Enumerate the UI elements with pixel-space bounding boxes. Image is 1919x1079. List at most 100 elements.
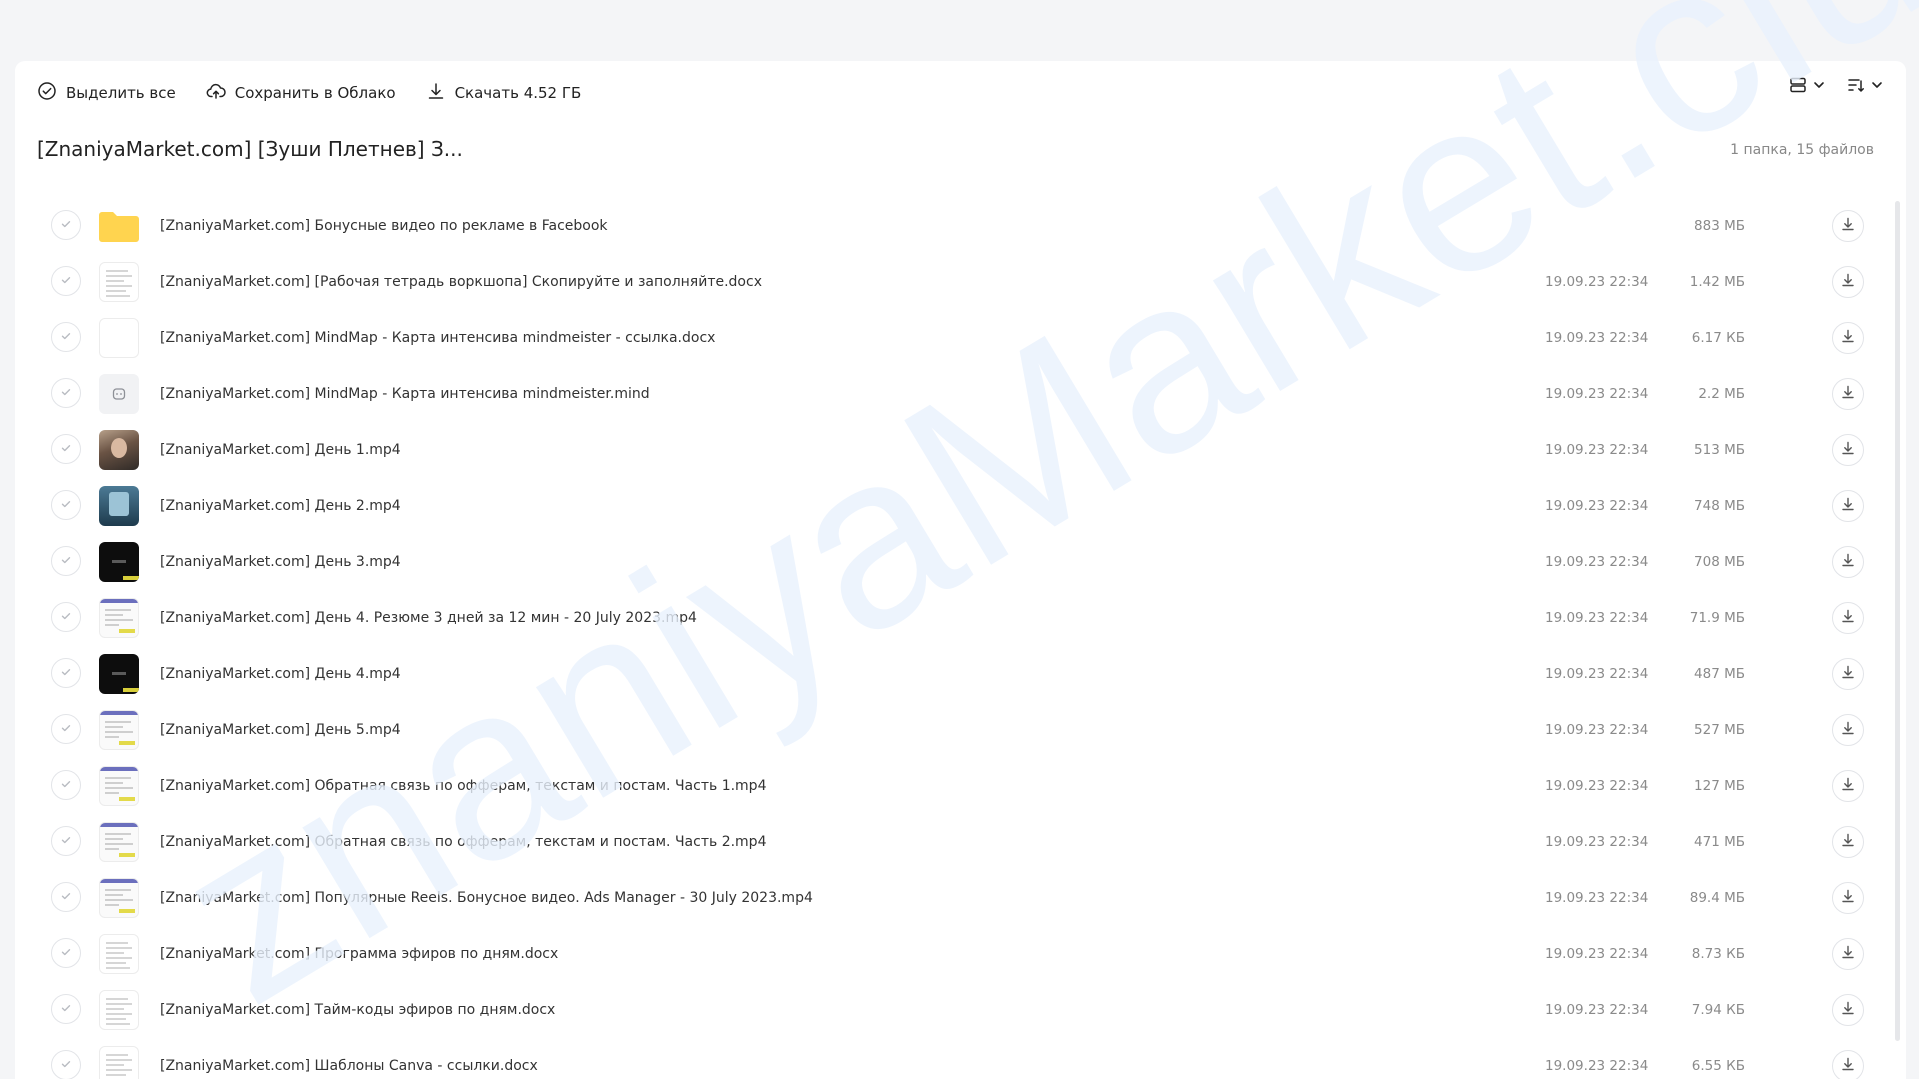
- download-icon: [1840, 440, 1856, 460]
- file-size: 513 МБ: [1694, 442, 1745, 458]
- select-checkbox[interactable]: [51, 490, 81, 520]
- folder-summary: 1 папка, 15 файлов: [1730, 142, 1874, 158]
- check-icon: [59, 608, 73, 627]
- file-row[interactable]: [ZnaniyaMarket.com] День 4.mp4 19.09.23 2…: [15, 646, 1891, 702]
- file-row[interactable]: [ZnaniyaMarket.com] [Рабочая тетрадь вор…: [15, 254, 1891, 310]
- download-file-button[interactable]: [1832, 1050, 1864, 1079]
- scrollbar[interactable]: [1895, 201, 1900, 1041]
- select-checkbox[interactable]: [51, 378, 81, 408]
- document-thumbnail: [99, 990, 139, 1030]
- file-name[interactable]: [ZnaniyaMarket.com] MindMap - Карта инте…: [160, 366, 650, 422]
- select-all-button[interactable]: Выделить все: [37, 81, 176, 105]
- file-name[interactable]: [ZnaniyaMarket.com] Популярные Reels. Бо…: [160, 870, 813, 926]
- file-name[interactable]: [ZnaniyaMarket.com] День 3.mp4: [160, 534, 401, 590]
- file-row[interactable]: [ZnaniyaMarket.com] Обратная связь по оф…: [15, 758, 1891, 814]
- download-file-button[interactable]: [1832, 602, 1864, 634]
- select-checkbox[interactable]: [51, 770, 81, 800]
- file-name[interactable]: [ZnaniyaMarket.com] День 1.mp4: [160, 422, 401, 478]
- download-file-button[interactable]: [1832, 882, 1864, 914]
- file-row[interactable]: [ZnaniyaMarket.com] Шаблоны Canva - ссыл…: [15, 1038, 1891, 1079]
- select-checkbox[interactable]: [51, 658, 81, 688]
- download-icon: [1840, 776, 1856, 796]
- download-file-button[interactable]: [1832, 938, 1864, 970]
- download-file-button[interactable]: [1832, 378, 1864, 410]
- select-checkbox[interactable]: [51, 714, 81, 744]
- view-mode-toggle[interactable]: [1788, 75, 1826, 95]
- video-thumbnail: [99, 486, 139, 526]
- file-date: 19.09.23 22:34: [1545, 610, 1649, 626]
- download-file-button[interactable]: [1832, 658, 1864, 690]
- file-name[interactable]: [ZnaniyaMarket.com] День 4.mp4: [160, 646, 401, 702]
- download-file-button[interactable]: [1832, 826, 1864, 858]
- cloud-upload-icon: [206, 81, 226, 105]
- download-file-button[interactable]: [1832, 434, 1864, 466]
- check-icon: [59, 216, 73, 235]
- download-file-button[interactable]: [1832, 546, 1864, 578]
- file-row[interactable]: [ZnaniyaMarket.com] Программа эфиров по …: [15, 926, 1891, 982]
- file-name[interactable]: [ZnaniyaMarket.com] День 2.mp4: [160, 478, 401, 534]
- file-row[interactable]: [ZnaniyaMarket.com] MindMap - Карта инте…: [15, 366, 1891, 422]
- download-icon: [1840, 496, 1856, 516]
- file-name[interactable]: [ZnaniyaMarket.com] Программа эфиров по …: [160, 926, 558, 982]
- file-list: [ZnaniyaMarket.com] Бонусные видео по ре…: [15, 198, 1891, 1079]
- download-icon: [1840, 1056, 1856, 1076]
- folder-title: [ZnaniyaMarket.com] [Зуши Плетнев] З...: [37, 137, 463, 161]
- download-file-button[interactable]: [1832, 994, 1864, 1026]
- download-file-button[interactable]: [1832, 770, 1864, 802]
- chevron-down-icon: [1870, 78, 1884, 92]
- select-checkbox[interactable]: [51, 826, 81, 856]
- check-icon: [59, 720, 73, 739]
- file-row[interactable]: [ZnaniyaMarket.com] Тайм-коды эфиров по …: [15, 982, 1891, 1038]
- select-checkbox[interactable]: [51, 266, 81, 296]
- file-row[interactable]: [ZnaniyaMarket.com] День 3.mp4 19.09.23 2…: [15, 534, 1891, 590]
- file-row[interactable]: [ZnaniyaMarket.com] День 1.mp4 19.09.23 2…: [15, 422, 1891, 478]
- file-name[interactable]: [ZnaniyaMarket.com] День 5.mp4: [160, 702, 401, 758]
- select-checkbox[interactable]: [51, 322, 81, 352]
- select-checkbox[interactable]: [51, 602, 81, 632]
- file-name[interactable]: [ZnaniyaMarket.com] Шаблоны Canva - ссыл…: [160, 1038, 538, 1079]
- save-to-cloud-button[interactable]: Сохранить в Облако: [206, 81, 396, 105]
- download-file-button[interactable]: [1832, 266, 1864, 298]
- download-icon: [1840, 328, 1856, 348]
- sort-toggle[interactable]: [1846, 75, 1884, 95]
- download-icon: [1840, 888, 1856, 908]
- select-checkbox[interactable]: [51, 210, 81, 240]
- select-checkbox[interactable]: [51, 882, 81, 912]
- select-checkbox[interactable]: [51, 938, 81, 968]
- folder-icon: [99, 206, 139, 246]
- folder-row[interactable]: [ZnaniyaMarket.com] Бонусные видео по ре…: [15, 198, 1891, 254]
- select-checkbox[interactable]: [51, 434, 81, 464]
- document-thumbnail: [99, 934, 139, 974]
- file-date: 19.09.23 22:34: [1545, 834, 1649, 850]
- sort-icon: [1846, 75, 1866, 95]
- file-row[interactable]: [ZnaniyaMarket.com] День 2.mp4 19.09.23 2…: [15, 478, 1891, 534]
- download-file-button[interactable]: [1832, 714, 1864, 746]
- file-name[interactable]: [ZnaniyaMarket.com] Бонусные видео по ре…: [160, 198, 608, 254]
- download-file-button[interactable]: [1832, 490, 1864, 522]
- download-all-button[interactable]: Скачать 4.52 ГБ: [426, 81, 581, 105]
- check-icon: [59, 496, 73, 515]
- file-row[interactable]: [ZnaniyaMarket.com] Популярные Reels. Бо…: [15, 870, 1891, 926]
- file-row[interactable]: [ZnaniyaMarket.com] Обратная связь по оф…: [15, 814, 1891, 870]
- select-checkbox[interactable]: [51, 1050, 81, 1079]
- check-icon: [59, 888, 73, 907]
- download-icon: [1840, 216, 1856, 236]
- file-name[interactable]: [ZnaniyaMarket.com] Тайм-коды эфиров по …: [160, 982, 555, 1038]
- file-row[interactable]: [ZnaniyaMarket.com] MindMap - Карта инте…: [15, 310, 1891, 366]
- file-name[interactable]: [ZnaniyaMarket.com] MindMap - Карта инте…: [160, 310, 715, 366]
- file-row[interactable]: [ZnaniyaMarket.com] День 5.mp4 19.09.23 2…: [15, 702, 1891, 758]
- video-thumbnail: [99, 822, 139, 862]
- select-checkbox[interactable]: [51, 994, 81, 1024]
- check-icon: [59, 440, 73, 459]
- file-name[interactable]: [ZnaniyaMarket.com] Обратная связь по оф…: [160, 814, 766, 870]
- file-name[interactable]: [ZnaniyaMarket.com] День 4. Резюме 3 дне…: [160, 590, 697, 646]
- select-checkbox[interactable]: [51, 546, 81, 576]
- file-name[interactable]: [ZnaniyaMarket.com] [Рабочая тетрадь вор…: [160, 254, 762, 310]
- file-name[interactable]: [ZnaniyaMarket.com] Обратная связь по оф…: [160, 758, 766, 814]
- file-row[interactable]: [ZnaniyaMarket.com] День 4. Резюме 3 дне…: [15, 590, 1891, 646]
- check-icon: [59, 776, 73, 795]
- download-icon: [1840, 832, 1856, 852]
- chevron-down-icon: [1812, 78, 1826, 92]
- download-file-button[interactable]: [1832, 322, 1864, 354]
- download-file-button[interactable]: [1832, 210, 1864, 242]
